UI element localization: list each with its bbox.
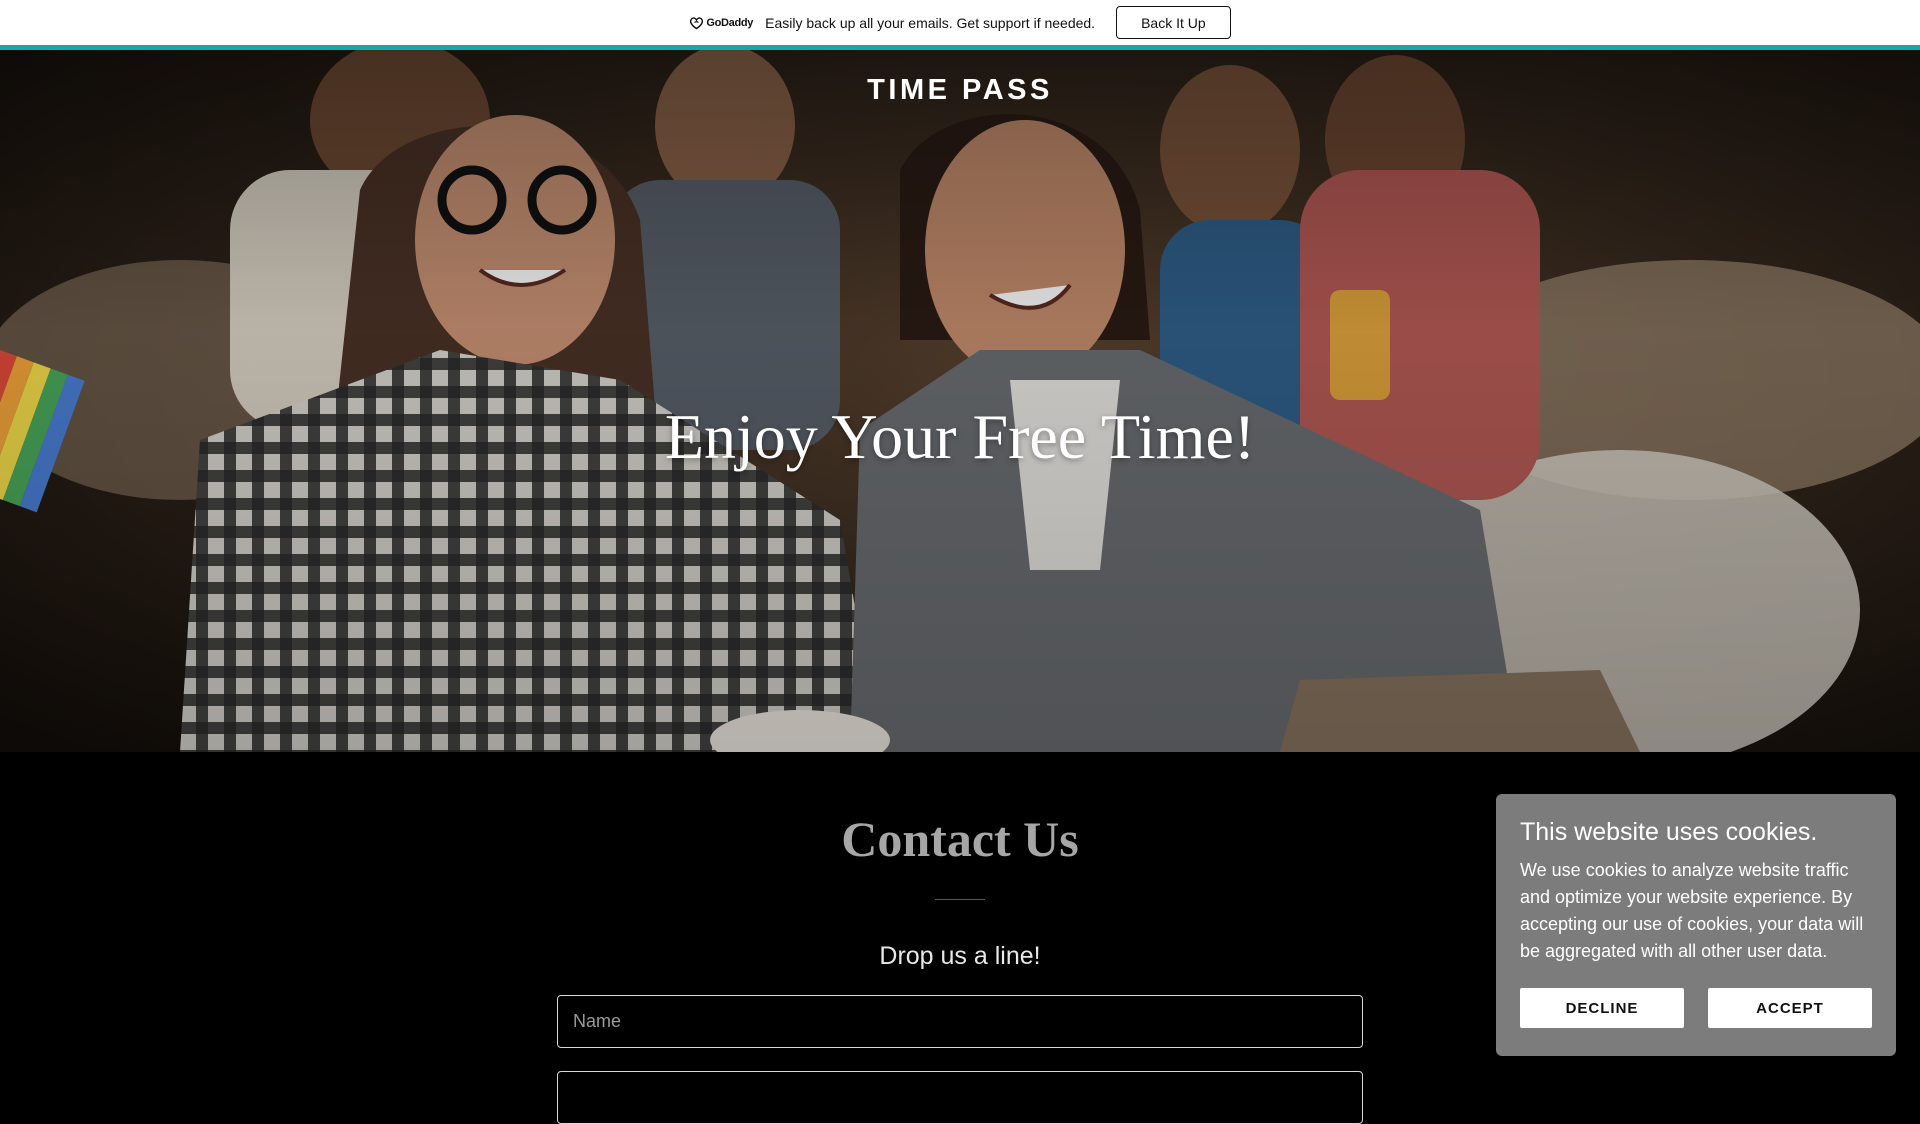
section-divider: [935, 899, 985, 900]
cookie-banner-title: This website uses cookies.: [1520, 818, 1818, 846]
decline-cookies-button[interactable]: DECLINE: [1520, 988, 1684, 1028]
hero-heading: Enjoy Your Free Time!: [664, 401, 1256, 472]
cookie-banner-text: We use cookies to analyze website traffi…: [1520, 860, 1864, 961]
godaddy-logo-text: GoDaddy: [706, 16, 754, 29]
cookie-banner-actions: DECLINE ACCEPT: [1520, 988, 1872, 1028]
promo-bar: GoDaddy Easily back up all your emails. …: [0, 0, 1920, 45]
back-it-up-button[interactable]: Back It Up: [1116, 6, 1231, 39]
godaddy-heart-icon: [690, 16, 704, 29]
accept-cookies-button[interactable]: ACCEPT: [1708, 988, 1872, 1028]
cookie-banner: This website uses cookies. We use cookie…: [1496, 794, 1896, 1056]
name-input[interactable]: [557, 995, 1363, 1048]
promo-message: Easily back up all your emails. Get supp…: [765, 14, 1096, 31]
godaddy-logo: GoDaddy: [689, 16, 753, 30]
promo-content: GoDaddy Easily back up all your emails. …: [689, 6, 1231, 39]
site-title[interactable]: TIME PASS: [0, 74, 1920, 107]
hero-section: TIME PASS Enjoy Your Free Time!: [0, 50, 1920, 752]
email-input[interactable]: [557, 1071, 1363, 1124]
